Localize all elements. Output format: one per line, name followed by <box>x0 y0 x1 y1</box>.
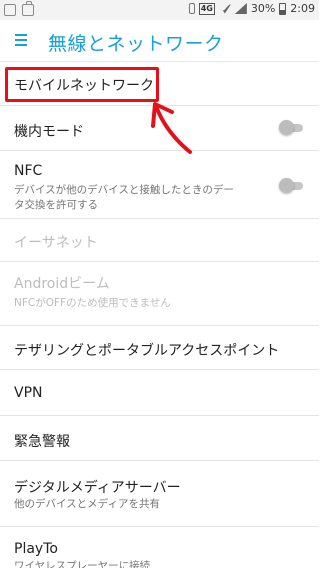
android-beam-item: Androidビーム NFCがOFFのため使用できません <box>0 262 319 326</box>
vibrate-icon <box>188 3 195 14</box>
wifi-icon <box>218 4 231 14</box>
digital-media-server-item[interactable]: デジタルメディアサーバー 他のデバイスとメディアを共有 <box>0 461 319 527</box>
nfc-item[interactable]: NFC デバイスが他のデバイスと接触したときのデー タ交換を許可する <box>0 151 319 219</box>
status-notification-icons <box>4 1 34 16</box>
item-subtitle: デバイスが他のデバイスと接触したときのデー タ交換を許可する <box>14 184 234 211</box>
item-title: PlayTo <box>14 541 58 557</box>
clock: 2:09 <box>290 2 315 15</box>
hamburger-menu-icon[interactable] <box>15 34 27 46</box>
battery-percent: 30% <box>250 2 276 15</box>
ethernet-item: イーサネット <box>0 219 319 262</box>
airplane-mode-toggle[interactable] <box>279 118 303 138</box>
vpn-item[interactable]: VPN <box>0 370 319 416</box>
screenshot-icon <box>4 4 16 16</box>
item-title: デジタルメディアサーバー <box>14 480 181 496</box>
item-title: NFC <box>14 163 43 179</box>
network-type-badge: 4G <box>198 2 215 15</box>
app-bar: 無線とネットワーク <box>0 20 319 62</box>
item-title: テザリングとポータブルアクセスポイント <box>14 343 280 359</box>
item-title: イーサネット <box>14 235 98 251</box>
item-title: Androidビーム <box>14 276 110 292</box>
item-subtitle: 他のデバイスとメディアを共有 <box>14 498 160 510</box>
highlight-box <box>5 67 159 102</box>
battery-icon <box>279 2 287 15</box>
emergency-alerts-item[interactable]: 緊急警報 <box>0 416 319 461</box>
arrow-annotation-icon <box>151 102 192 154</box>
status-bar: 4G 30% 2:09 <box>0 0 319 20</box>
item-title: 機内モード <box>14 124 84 140</box>
cell-signal-icon <box>234 3 247 14</box>
shopping-bag-icon <box>22 1 34 16</box>
playto-item[interactable]: PlayTo ワイヤレスプレーヤーに接続 <box>0 527 319 568</box>
status-system-icons: 4G 30% 2:09 <box>188 2 315 15</box>
page-title: 無線とネットワーク <box>48 33 224 55</box>
item-title: VPN <box>14 385 43 401</box>
item-subtitle: NFCがOFFのため使用できません <box>14 297 171 309</box>
item-subtitle: ワイヤレスプレーヤーに接続 <box>14 560 151 568</box>
item-title: 緊急警報 <box>14 434 70 450</box>
tethering-item[interactable]: テザリングとポータブルアクセスポイント <box>0 326 319 370</box>
nfc-toggle[interactable] <box>279 176 303 196</box>
